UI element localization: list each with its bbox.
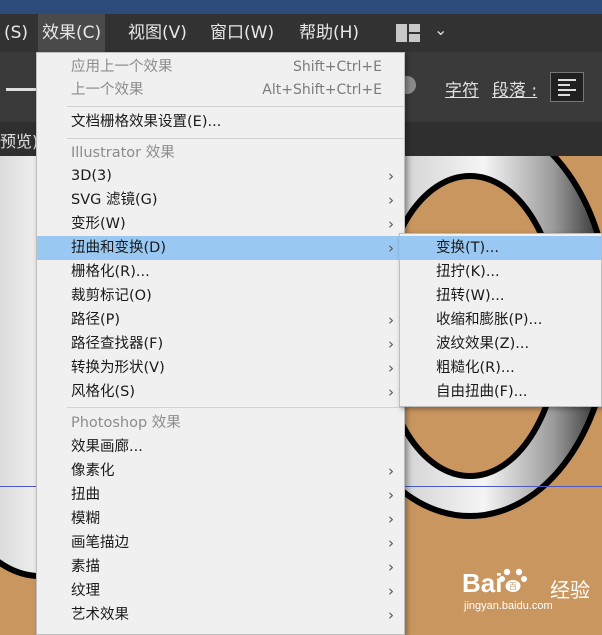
- menu-help[interactable]: 帮助(H): [295, 14, 363, 52]
- menu-select[interactable]: (S): [0, 14, 32, 52]
- chevron-right-icon: ›: [388, 167, 394, 185]
- chevron-right-icon: ›: [388, 383, 394, 401]
- menu-header-photoshop-effects: Photoshop 效果: [71, 415, 181, 431]
- effect-menu: 应用上一个效果 Shift+Ctrl+E 上一个效果 Alt+Shift+Ctr…: [36, 52, 405, 635]
- menu-window[interactable]: 窗口(W): [206, 14, 278, 52]
- menu-item-artistic[interactable]: 艺术效果 ›: [37, 603, 404, 627]
- submenu-item-zig-zag[interactable]: 波纹效果(Z)...: [400, 332, 601, 356]
- menu-item-stylize[interactable]: 风格化(S) ›: [37, 380, 404, 404]
- menu-item-document-raster-settings[interactable]: 文档栅格效果设置(E)...: [37, 110, 404, 134]
- menu-item-pathfinder[interactable]: 路径查找器(F) ›: [37, 332, 404, 356]
- document-tab[interactable]: 预览): [0, 128, 38, 152]
- character-link[interactable]: 字符: [445, 76, 479, 101]
- title-bar: [0, 0, 602, 14]
- menu-item-brush-strokes[interactable]: 画笔描边 ›: [37, 531, 404, 555]
- menu-separator: [67, 106, 404, 107]
- submenu-item-roughen[interactable]: 粗糙化(R)...: [400, 356, 601, 380]
- chevron-right-icon: ›: [388, 359, 394, 377]
- menu-effect[interactable]: 效果(C): [38, 14, 106, 52]
- submenu-item-distort[interactable]: 扭拧(K)...: [400, 260, 601, 284]
- menu-item-svg-filters[interactable]: SVG 滤镜(G) ›: [37, 188, 404, 212]
- chevron-down-icon[interactable]: ⌄: [434, 20, 447, 39]
- menu-item-rasterize[interactable]: 栅格化(R)...: [37, 260, 404, 284]
- menu-item-blur[interactable]: 模糊 ›: [37, 507, 404, 531]
- watermark-url: jingyan.baidu.com: [464, 600, 553, 612]
- submenu-item-pucker-bloat[interactable]: 收缩和膨胀(P)...: [400, 308, 601, 332]
- menu-item-sketch[interactable]: 素描 ›: [37, 555, 404, 579]
- menu-item-apply-last-effect: 应用上一个效果 Shift+Ctrl+E: [71, 59, 382, 75]
- menu-separator: [67, 138, 404, 139]
- submenu-item-free-distort[interactable]: 自由扭曲(F)...: [400, 380, 601, 404]
- menu-item-warp[interactable]: 变形(W) ›: [37, 212, 404, 236]
- paw-icon: 百: [499, 568, 527, 592]
- stroke-preview-icon[interactable]: [6, 88, 36, 91]
- menu-header-illustrator-effects: Illustrator 效果: [71, 145, 175, 161]
- menu-item-last-effect: 上一个效果 Alt+Shift+Ctrl+E: [71, 82, 382, 98]
- paragraph-link[interactable]: 段落 :: [492, 76, 537, 101]
- watermark-text: 经验: [550, 578, 590, 602]
- align-left-icon[interactable]: [550, 72, 584, 102]
- menu-item-effect-gallery[interactable]: 效果画廊...: [37, 435, 404, 459]
- menu-item-path[interactable]: 路径(P) ›: [37, 308, 404, 332]
- chevron-right-icon: ›: [388, 239, 394, 257]
- menu-item-convert-to-shape[interactable]: 转换为形状(V) ›: [37, 356, 404, 380]
- chevron-right-icon: ›: [388, 582, 394, 600]
- chevron-right-icon: ›: [388, 606, 394, 624]
- submenu-item-transform[interactable]: 变换(T)...: [400, 236, 601, 260]
- menu-view[interactable]: 视图(V): [124, 14, 191, 52]
- paw-glyph: 百: [509, 582, 517, 591]
- workspace-layout-icon[interactable]: [396, 24, 420, 42]
- chevron-right-icon: ›: [388, 215, 394, 233]
- chevron-right-icon: ›: [388, 558, 394, 576]
- chevron-right-icon: ›: [388, 311, 394, 329]
- menu-item-texture[interactable]: 纹理 ›: [37, 579, 404, 603]
- chevron-right-icon: ›: [388, 335, 394, 353]
- distort-transform-submenu: 变换(T)... 扭拧(K)... 扭转(W)... 收缩和膨胀(P)... 波…: [399, 233, 602, 407]
- menu-bar: (S) 效果(C) 视图(V) 窗口(W) 帮助(H) ⌄: [0, 14, 602, 52]
- chevron-right-icon: ›: [388, 191, 394, 209]
- menu-item-distort-transform[interactable]: 扭曲和变换(D) ›: [37, 236, 404, 260]
- menu-item-3d[interactable]: 3D(3) ›: [37, 164, 404, 188]
- chevron-right-icon: ›: [388, 510, 394, 528]
- baidu-jingyan-watermark: Bai 百 经验 jingyan.baidu.com: [462, 560, 602, 626]
- chevron-right-icon: ›: [388, 486, 394, 504]
- menu-item-distort[interactable]: 扭曲 ›: [37, 483, 404, 507]
- submenu-item-twist[interactable]: 扭转(W)...: [400, 284, 601, 308]
- chevron-right-icon: ›: [388, 462, 394, 480]
- baidu-logo: Bai: [462, 568, 503, 598]
- menu-separator: [67, 407, 404, 408]
- menu-item-pixelate[interactable]: 像素化 ›: [37, 459, 404, 483]
- chevron-right-icon: ›: [388, 534, 394, 552]
- menu-item-crop-marks[interactable]: 裁剪标记(O): [37, 284, 404, 308]
